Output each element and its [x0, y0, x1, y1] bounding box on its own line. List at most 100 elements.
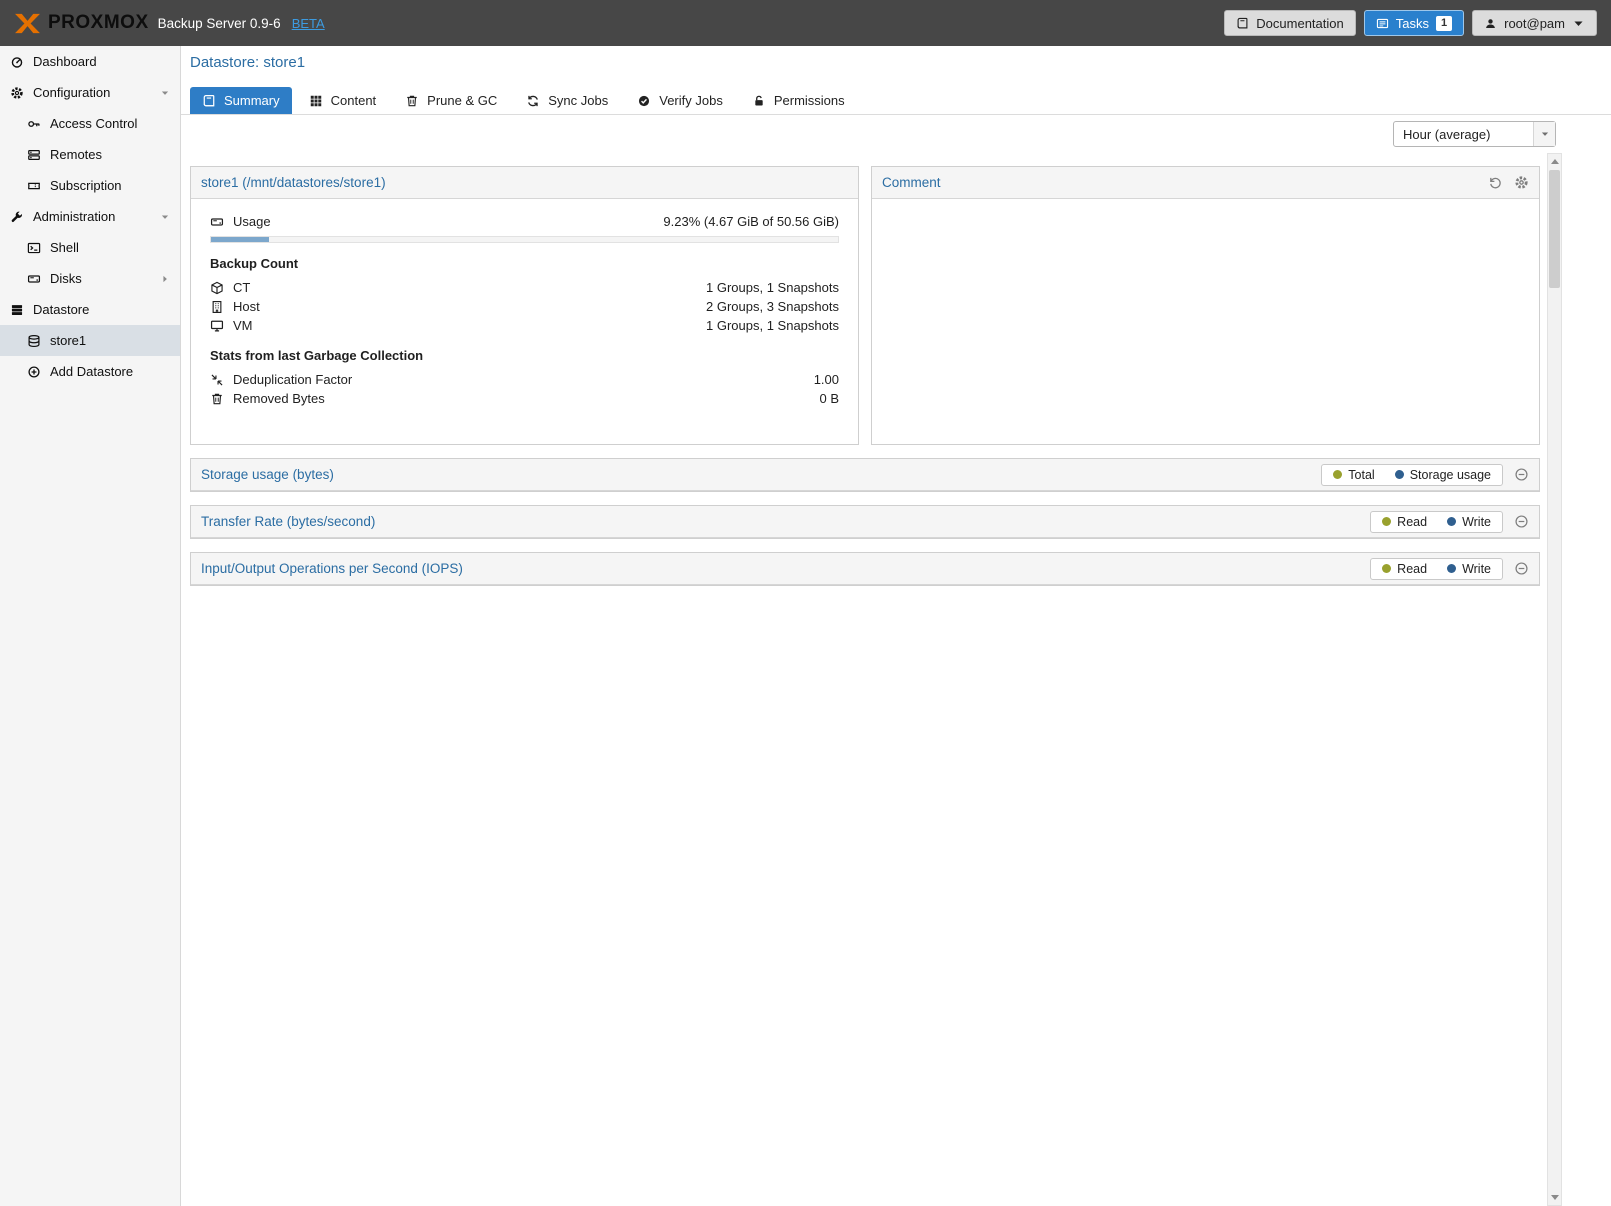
documentation-button[interactable]: Documentation — [1224, 10, 1355, 36]
transfer-rate-legend: Read Write — [1370, 511, 1503, 533]
legend-dot — [1333, 470, 1342, 479]
legend-label: Total — [1348, 468, 1374, 482]
sidebar-item-configuration[interactable]: Configuration — [0, 77, 180, 108]
legend-item-write[interactable]: Write — [1447, 562, 1491, 576]
main-content: Datastore: store1 Summary Content Prune & … — [181, 46, 1611, 1206]
caret-down-icon[interactable] — [160, 88, 170, 98]
tab-label: Summary — [224, 93, 280, 108]
page-title: Datastore: store1 — [190, 54, 1611, 74]
tab-label: Content — [331, 93, 377, 108]
sidebar-item-label: Dashboard — [33, 54, 170, 69]
sidebar-item-add-datastore[interactable]: Add Datastore — [0, 356, 180, 387]
caret-down-icon[interactable] — [160, 212, 170, 222]
legend-item-total[interactable]: Total — [1333, 468, 1374, 482]
sidebar-item-label: Subscription — [50, 178, 170, 193]
datastore-summary-panel: store1 (/mnt/datastores/store1) Usage 9.2… — [190, 166, 859, 445]
collapse-icon[interactable] — [1514, 514, 1529, 529]
database-icon — [27, 334, 41, 348]
collapse-icon[interactable] — [1514, 467, 1529, 482]
sidebar-item-label: Configuration — [33, 85, 151, 100]
chevron-down-icon[interactable] — [1533, 122, 1555, 146]
scrollbar-thumb[interactable] — [1549, 170, 1560, 288]
row-label: Usage — [233, 214, 271, 229]
iops-chart-panel: Input/Output Operations per Second (IOPS… — [190, 552, 1540, 586]
tasks-button[interactable]: Tasks 1 — [1364, 10, 1464, 36]
scroll-up-button[interactable] — [1548, 154, 1561, 169]
tasks-list-icon — [1376, 17, 1389, 30]
row-label: Deduplication Factor — [233, 372, 352, 387]
legend-label: Read — [1397, 562, 1427, 576]
summary-panel-body: Usage9.23% (4.67 GiB of 50.56 GiB)Backup… — [191, 199, 858, 444]
row-value: 1 Groups, 1 Snapshots — [706, 280, 839, 295]
brand-name: PROXMOX — [48, 12, 149, 34]
backup-count-row-host: Host2 Groups, 3 Snapshots — [210, 297, 839, 316]
user-menu-label: root@pam — [1504, 16, 1565, 31]
documentation-label: Documentation — [1256, 16, 1343, 31]
trash-icon — [210, 392, 224, 406]
gc-row-removed-bytes: Removed Bytes 0 B — [210, 389, 839, 408]
cube-icon — [210, 281, 224, 295]
legend-dot — [1382, 564, 1391, 573]
gear-icon[interactable] — [1514, 175, 1529, 190]
check-circle-icon — [637, 94, 651, 108]
compress-icon — [210, 373, 224, 387]
storage-usage-chart-header: Storage usage (bytes) TotalStorage usage — [191, 459, 1539, 491]
sidebar-item-dashboard[interactable]: Dashboard — [0, 46, 180, 77]
legend-label: Read — [1397, 515, 1427, 529]
sidebar-item-subscription[interactable]: Subscription — [0, 170, 180, 201]
transfer-rate-chart-panel: Transfer Rate (bytes/second) ReadWrite 0… — [190, 505, 1540, 539]
caret-right-icon[interactable] — [160, 274, 170, 284]
desktop-icon — [210, 319, 224, 333]
row-value: 0 B — [819, 391, 839, 406]
tab-verify-jobs[interactable]: Verify Jobs — [625, 87, 735, 114]
tab-permissions[interactable]: Permissions — [740, 87, 857, 114]
sidebar-item-administration[interactable]: Administration — [0, 201, 180, 232]
user-menu-button[interactable]: root@pam — [1472, 10, 1597, 36]
tab-summary[interactable]: Summary — [190, 87, 292, 114]
key-icon — [27, 117, 41, 131]
tab-content[interactable]: Content — [297, 87, 389, 114]
sidebar-item-label: store1 — [50, 333, 170, 348]
transfer-rate-chart-title: Transfer Rate (bytes/second) — [201, 514, 375, 529]
sidebar-item-datastore[interactable]: Datastore — [0, 294, 180, 325]
plus-circle-icon — [27, 365, 41, 379]
sidebar-item-store1[interactable]: store1 — [0, 325, 180, 356]
sidebar-item-access-control[interactable]: Access Control — [0, 108, 180, 139]
tab-label: Verify Jobs — [659, 93, 723, 108]
iops-chart-header: Input/Output Operations per Second (IOPS… — [191, 553, 1539, 585]
legend-dot — [1395, 470, 1404, 479]
row-value: 9.23% (4.67 GiB of 50.56 GiB) — [663, 214, 839, 229]
gc-stats-heading: Stats from last Garbage Collection — [210, 348, 839, 363]
sidebar-item-label: Administration — [33, 209, 151, 224]
sidebar-item-disks[interactable]: Disks — [0, 263, 180, 294]
scroll-down-button[interactable] — [1548, 1190, 1561, 1205]
comment-panel-header: Comment — [872, 167, 1539, 199]
legend-dot — [1447, 517, 1456, 526]
legend-label: Write — [1462, 515, 1491, 529]
user-icon — [1484, 17, 1497, 30]
comment-panel: Comment — [871, 166, 1540, 445]
chevron-down-icon — [1572, 17, 1585, 30]
subscription-icon — [27, 179, 41, 193]
legend-item-read[interactable]: Read — [1382, 515, 1427, 529]
tab-sync-jobs[interactable]: Sync Jobs — [514, 87, 620, 114]
legend-item-storage-usage[interactable]: Storage usage — [1395, 468, 1491, 482]
disk-icon — [27, 272, 41, 286]
timeframe-select[interactable]: Hour (average) — [1393, 121, 1556, 147]
beta-link[interactable]: BETA — [292, 16, 325, 31]
reload-icon[interactable] — [1488, 175, 1503, 190]
sidebar-item-shell[interactable]: Shell — [0, 232, 180, 263]
row-label: CT — [233, 280, 250, 295]
collapse-icon[interactable] — [1514, 561, 1529, 576]
row-label: Removed Bytes — [233, 391, 325, 406]
sidebar-item-remotes[interactable]: Remotes — [0, 139, 180, 170]
legend-item-read[interactable]: Read — [1382, 562, 1427, 576]
tab-prune-gc[interactable]: Prune & GC — [393, 87, 509, 114]
gauge-icon — [10, 55, 24, 69]
legend-item-write[interactable]: Write — [1447, 515, 1491, 529]
summary-panel-header: store1 (/mnt/datastores/store1) — [191, 167, 858, 199]
sidebar-item-label: Disks — [50, 271, 151, 286]
vertical-scrollbar[interactable] — [1547, 153, 1562, 1206]
row-value: 2 Groups, 3 Snapshots — [706, 299, 839, 314]
comment-body[interactable] — [872, 199, 1539, 444]
